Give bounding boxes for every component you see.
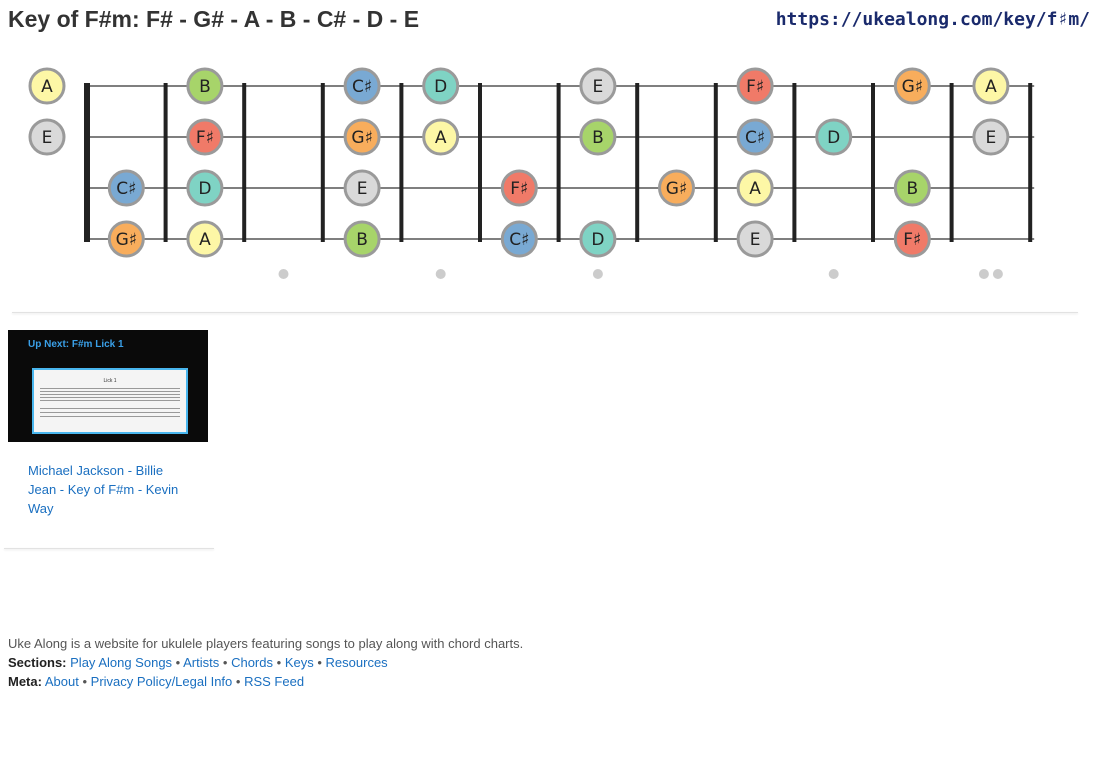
link-about[interactable]: About bbox=[45, 674, 79, 689]
link-artists[interactable]: Artists bbox=[183, 655, 219, 670]
note-label: G♯ bbox=[351, 128, 372, 148]
separator: • bbox=[222, 655, 228, 670]
tab-line bbox=[40, 408, 180, 409]
note-label: G♯ bbox=[116, 230, 137, 250]
video-divider bbox=[4, 548, 214, 549]
note-label: E bbox=[357, 179, 368, 199]
staff-line bbox=[40, 397, 180, 398]
note-label: E bbox=[593, 77, 604, 97]
note-label: B bbox=[199, 77, 211, 97]
note-label: B bbox=[356, 230, 368, 250]
note-label: F♯ bbox=[903, 230, 921, 250]
link-privacy-policy[interactable]: Privacy Policy/Legal Info bbox=[91, 674, 233, 689]
video-thumbnail[interactable]: Up Next: F#m Lick 1 Lick 1 bbox=[8, 330, 208, 442]
page-title: Key of F#m: F# - G# - A - B - C# - D - E bbox=[8, 6, 420, 32]
note-label: C♯ bbox=[509, 230, 529, 250]
link-chords[interactable]: Chords bbox=[231, 655, 273, 670]
staff-line bbox=[40, 400, 180, 401]
video-card[interactable]: Up Next: F#m Lick 1 Lick 1 Michael Jacks… bbox=[8, 330, 208, 516]
meta-label: Meta: bbox=[8, 674, 42, 689]
section-divider bbox=[12, 312, 1078, 313]
site-description: Uke Along is a website for ukulele playe… bbox=[8, 636, 524, 651]
note-label: B bbox=[906, 179, 918, 199]
link-resources[interactable]: Resources bbox=[326, 655, 388, 670]
link-play-along-songs[interactable]: Play Along Songs bbox=[70, 655, 172, 670]
separator: • bbox=[317, 655, 322, 670]
sections-label: Sections: bbox=[8, 655, 67, 670]
inlay-dot bbox=[978, 269, 989, 279]
page-url: https://ukealong.com/key/f♯m/ bbox=[775, 9, 1090, 30]
note-label: A bbox=[435, 128, 447, 148]
separator: • bbox=[82, 674, 88, 689]
thumbnail-sheet-title: Lick 1 bbox=[103, 378, 117, 384]
thumbnail-sheet-music: Lick 1 bbox=[32, 368, 188, 434]
thumbnail-title: Up Next: F#m Lick 1 bbox=[28, 339, 124, 350]
fretboard-diagram: A B C♯ D E F♯ G♯ A E F♯ G♯ A B C♯ D E C♯ D E F♯ G♯ A B G♯ A B C♯ D E… bbox=[28, 67, 1035, 279]
staff-line bbox=[40, 394, 180, 395]
staff-line bbox=[40, 391, 180, 392]
note-label: A bbox=[749, 179, 761, 199]
note-label: A bbox=[41, 77, 53, 97]
separator: • bbox=[276, 655, 282, 670]
inlay-dot bbox=[828, 269, 839, 279]
note-label: F♯ bbox=[510, 179, 528, 199]
note-label: D bbox=[198, 179, 211, 199]
video-link[interactable]: Michael Jackson - Billie Jean - Key of F… bbox=[28, 461, 188, 518]
site-footer: Uke Along is a website for ukulele playe… bbox=[8, 634, 523, 691]
note-label: C♯ bbox=[745, 128, 765, 148]
note-label: G♯ bbox=[666, 179, 687, 199]
note-label: D bbox=[827, 128, 840, 148]
separator: • bbox=[175, 655, 181, 670]
note-label: E bbox=[986, 128, 997, 148]
note-label: C♯ bbox=[352, 77, 372, 97]
inlay-dot bbox=[992, 269, 1003, 279]
note-label: E bbox=[42, 128, 53, 148]
separator: • bbox=[235, 674, 241, 689]
note-label: C♯ bbox=[116, 179, 136, 199]
note-label: G♯ bbox=[902, 77, 923, 97]
note-label: A bbox=[985, 77, 997, 97]
note-label: D bbox=[591, 230, 604, 250]
tab-line bbox=[40, 416, 180, 417]
note-label: A bbox=[199, 230, 211, 250]
inlay-dot bbox=[592, 269, 603, 279]
note-label: D bbox=[434, 77, 447, 97]
note-label: F♯ bbox=[746, 77, 764, 97]
link-rss-feed[interactable]: RSS Feed bbox=[244, 674, 304, 689]
meta-row: Meta: About • Privacy Policy/Legal Info … bbox=[8, 672, 523, 691]
note-label: E bbox=[750, 230, 761, 250]
tab-line bbox=[40, 412, 180, 413]
note-label: B bbox=[592, 128, 604, 148]
note-label: F♯ bbox=[196, 128, 214, 148]
staff-line bbox=[40, 388, 180, 389]
link-keys[interactable]: Keys bbox=[285, 655, 314, 670]
inlay-dot bbox=[278, 269, 289, 279]
sections-row: Sections: Play Along Songs • Artists • C… bbox=[8, 653, 523, 672]
inlay-dot bbox=[435, 269, 446, 279]
